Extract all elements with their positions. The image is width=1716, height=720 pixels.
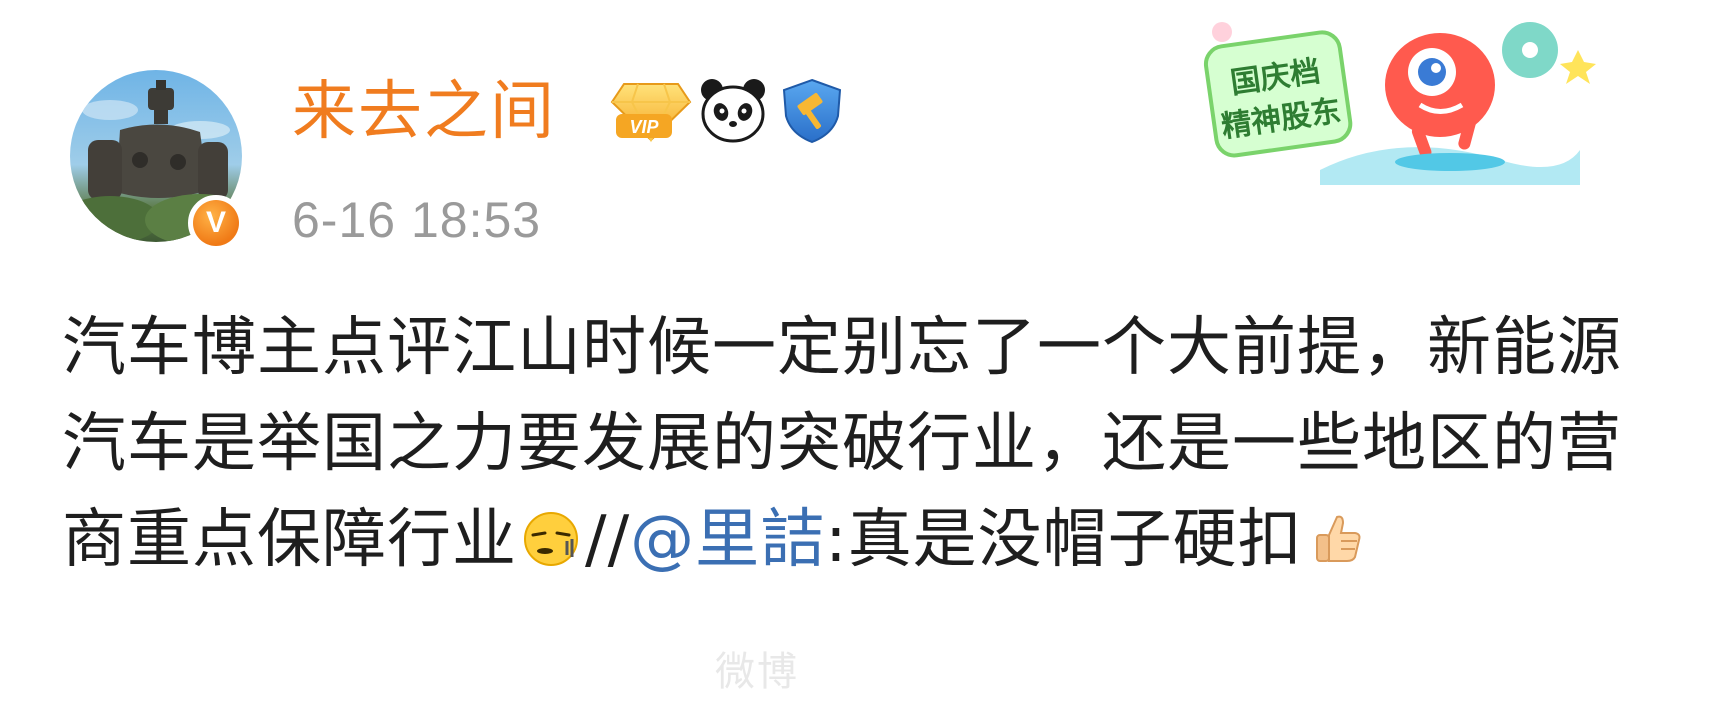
verified-badge: V [188,195,244,251]
vip-diamond-badge-icon[interactable]: VIP [610,76,692,146]
mention-colon: : [825,503,848,577]
post-text-repost: 真是没帽子硬扣 [847,503,1303,577]
squinting-face-emoji-icon [524,512,578,566]
author-name[interactable]: 来去之间 [292,72,556,152]
national-day-promo-sticker[interactable]: 国庆档 精神股东 [1200,10,1600,185]
watermark-text: 微博 [715,649,799,695]
thumbs-up-emoji-icon [1315,515,1361,562]
repost-separator: // [585,503,631,577]
mention-link[interactable]: @里詰 [630,503,825,577]
star-decoration-icon [1560,50,1596,84]
panda-badge-icon[interactable] [698,76,768,146]
gov-shield-hammer-icon[interactable] [778,76,846,146]
post-timestamp: 6-16 18:53 [292,192,542,248]
svg-text:VIP: VIP [629,117,659,137]
verified-v-icon: V [193,200,239,246]
post-content: 汽车博主点评江山时候一定别忘了一个大前提，新能源汽车是举国之力要发展的突破行业，… [62,300,1672,588]
flower-decoration-icon [1212,22,1232,42]
